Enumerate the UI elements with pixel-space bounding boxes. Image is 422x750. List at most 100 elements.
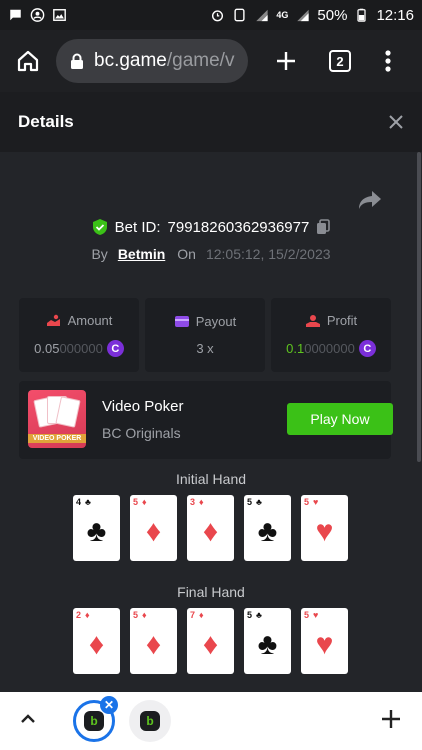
stat-profit: Profit 0.10000000 C [271, 298, 391, 372]
more-vertical-icon [385, 50, 391, 72]
profit-trailing-zeros: 0000000 [304, 341, 355, 356]
amount-label: Amount [67, 313, 113, 328]
coin-icon: C [106, 340, 124, 357]
verified-shield-icon [92, 219, 107, 235]
address-bar[interactable]: bc.game/game/v [56, 39, 248, 83]
copy-icon[interactable] [316, 219, 331, 235]
card-suit-large: ♣ [257, 628, 278, 661]
card-suit-large: ♦ [202, 628, 219, 661]
bc-game-logo-icon: b [84, 711, 104, 731]
close-icon[interactable] [388, 114, 404, 130]
browser-toolbar: bc.game/game/v 2 [0, 30, 422, 92]
message-icon [10, 9, 21, 21]
battery-percent: 50% [317, 6, 348, 24]
initial-hand-card: 5 ♥ ♥ [301, 495, 348, 561]
home-icon [17, 50, 39, 72]
bet-id-row: Bet ID: 79918260362936977 [0, 218, 422, 236]
profit-label: Profit [326, 313, 358, 328]
stat-payout-label-row: Payout [174, 314, 236, 329]
card-suit-large: ♥ [315, 628, 334, 661]
card-suit-large: ♦ [202, 515, 219, 548]
final-hand-card: 5 ♥ ♥ [301, 608, 348, 674]
card-suit-small: ♦ [85, 610, 90, 620]
stat-amount: Amount 0.05000000 C [19, 298, 139, 372]
battery-icon [357, 8, 367, 22]
final-hand: 2 ♦ ♦ 5 ♦ ♦ 7 ♦ ♦ 5 ♣ ♣ 5 ♥ ♥ [73, 608, 349, 674]
final-hand-label: Final Hand [177, 584, 245, 600]
game-thumbnail[interactable]: VIDEO POKER [28, 390, 86, 448]
card-rank: 5 [247, 497, 253, 507]
card-rank: 5 [304, 610, 310, 620]
card-suit-small: ♦ [199, 610, 204, 620]
signal-icon-2 [297, 9, 310, 22]
bet-id-label: Bet ID: [114, 218, 161, 236]
card-payment-icon [174, 316, 189, 327]
chevron-up-icon[interactable] [18, 709, 38, 729]
card-suit-small: ♣ [256, 610, 262, 620]
tab-switcher-button[interactable]: 2 [322, 43, 358, 79]
account-icon [30, 8, 45, 22]
stat-amount-label-row: Amount [46, 313, 113, 328]
home-button[interactable] [10, 43, 46, 79]
initial-hand-card: 3 ♦ ♦ [187, 495, 234, 561]
game-card: VIDEO POKER Video Poker BC Originals Pla… [19, 381, 393, 459]
game-name: Video Poker [102, 398, 184, 415]
card-suit-large: ♦ [88, 628, 105, 661]
card-suit-large: ♦ [145, 515, 162, 548]
stat-profit-label-row: Profit [305, 313, 357, 328]
final-hand-card: 5 ♣ ♣ [244, 608, 291, 674]
scrollbar[interactable] [417, 152, 421, 462]
amount-value: 0.05000000 C [34, 340, 124, 357]
bottom-tab-strip: b ✕ b [0, 692, 422, 750]
status-bar: 4G 50% 12:16 [0, 0, 422, 30]
initial-hand-card: 5 ♦ ♦ [130, 495, 177, 561]
lock-icon [71, 53, 83, 69]
final-hand-card: 2 ♦ ♦ [73, 608, 120, 674]
bc-game-logo-icon: b [140, 711, 160, 731]
stat-payout: Payout 3 x [145, 298, 265, 372]
thumbnail-caption: VIDEO POKER [28, 434, 86, 443]
clock: 12:16 [376, 6, 414, 24]
sim-icon [234, 8, 245, 22]
card-suit-small: ♦ [199, 497, 204, 507]
new-tab-button[interactable] [268, 43, 304, 79]
card-suit-large: ♦ [145, 628, 162, 661]
url-path: /game/v [166, 50, 235, 71]
close-tab-button[interactable]: ✕ [100, 696, 118, 714]
by-label: By [91, 246, 108, 262]
initial-hand-card: 4 ♣ ♣ [73, 495, 120, 561]
final-hand-card: 5 ♦ ♦ [130, 608, 177, 674]
profit-value: 0.10000000 C [286, 340, 376, 357]
bet-stats: Amount 0.05000000 C Payout 3 x Profit 0.… [19, 298, 391, 372]
card-suit-small: ♥ [313, 497, 319, 507]
card-rank: 3 [190, 497, 196, 507]
card-suit-large: ♥ [315, 515, 334, 548]
amount-trailing-zeros: 000000 [59, 341, 103, 356]
bet-id-value: 79918260362936977 [167, 218, 310, 236]
card-suit-large: ♣ [257, 515, 278, 548]
initial-hand: 4 ♣ ♣ 5 ♦ ♦ 3 ♦ ♦ 5 ♣ ♣ 5 ♥ ♥ [73, 495, 349, 561]
url-host: bc.game [94, 50, 167, 71]
initial-hand-label: Initial Hand [175, 471, 247, 487]
play-now-button[interactable]: Play Now [287, 403, 393, 435]
details-title: Details [18, 112, 74, 131]
tab-bc-game[interactable]: b [129, 700, 171, 742]
card-rank: 4 [76, 497, 82, 507]
profit-main: 0.1 [286, 341, 305, 356]
card-rank: 5 [133, 610, 139, 620]
thumb-card-graphic [55, 396, 81, 428]
add-tab-icon[interactable] [380, 708, 402, 730]
card-suit-small: ♣ [85, 497, 91, 507]
browser-menu-button[interactable] [370, 43, 406, 79]
payout-value: 3 x [196, 341, 214, 356]
wallet-hand-icon [46, 314, 60, 326]
network-type: 4G [276, 10, 289, 20]
card-rank: 5 [133, 497, 139, 507]
bettor-name-link[interactable]: Betmin [118, 246, 165, 262]
plus-icon [277, 52, 295, 70]
share-icon [359, 191, 381, 209]
signal-icon [256, 9, 269, 22]
share-button[interactable] [358, 190, 382, 215]
bet-details-panel: Bet ID: 79918260362936977 By Betmin On 1… [0, 152, 422, 692]
coin-icon: C [358, 340, 376, 357]
